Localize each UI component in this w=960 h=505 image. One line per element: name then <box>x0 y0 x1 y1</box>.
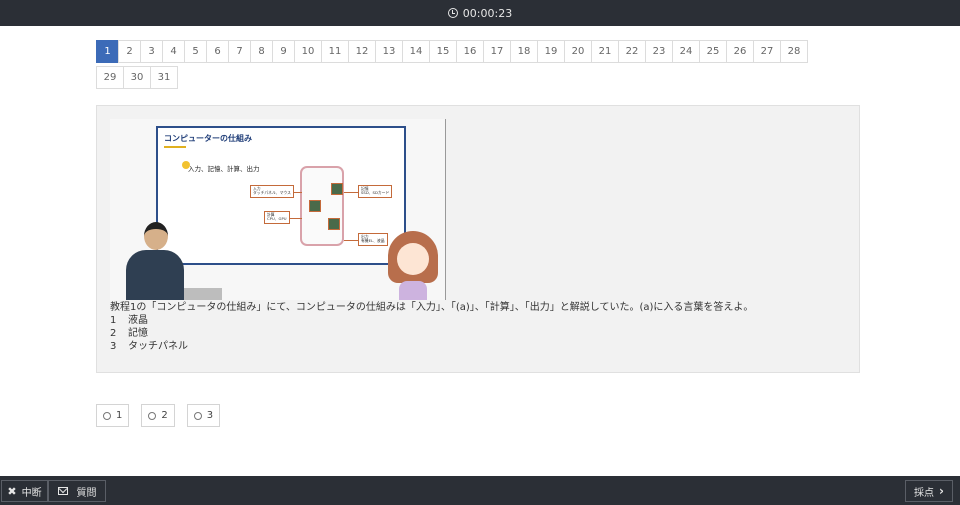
footer-bar: ✖ 中断 質問 採点 › <box>0 476 960 505</box>
clock-icon <box>447 8 458 18</box>
page-button[interactable]: 23 <box>645 40 673 63</box>
page-button[interactable]: 28 <box>780 40 808 63</box>
question-option: 1 液晶 <box>110 314 148 327</box>
page-button[interactable]: 3 <box>140 40 163 63</box>
page-button[interactable]: 25 <box>699 40 727 63</box>
answer-choices: 1 2 3 <box>96 404 221 427</box>
presenter-head <box>144 222 168 250</box>
page-button[interactable]: 6 <box>206 40 229 63</box>
page-button[interactable]: 9 <box>272 40 295 63</box>
input-label: 入力 タッチパネル、マウス <box>250 185 294 198</box>
memory-connector <box>344 192 358 193</box>
page-button[interactable]: 13 <box>375 40 403 63</box>
memory-label: 記憶 SSD、SDカード <box>358 185 393 198</box>
display-chip-icon <box>328 218 340 230</box>
question-pager: 1 2 3 4 5 6 7 8 9 10 11 12 13 14 15 16 17 18 19 20 21 22 23 24 2… <box>96 40 856 92</box>
presenter-photo <box>120 222 186 300</box>
page-button[interactable]: 4 <box>162 40 185 63</box>
page-button[interactable]: 22 <box>618 40 646 63</box>
chevron-right-icon: › <box>939 484 944 498</box>
page-button[interactable]: 5 <box>184 40 207 63</box>
mascot-face <box>397 243 429 275</box>
option-text: タッチパネル <box>128 341 188 352</box>
mascot-illustration <box>388 231 438 300</box>
answer-choice-label: 2 <box>161 410 168 421</box>
page-button[interactable]: 27 <box>753 40 781 63</box>
page-button[interactable]: 12 <box>348 40 376 63</box>
option-text: 記憶 <box>128 328 148 339</box>
page-button[interactable]: 10 <box>294 40 322 63</box>
question-option: 2 記憶 <box>110 327 148 340</box>
mail-icon <box>57 487 68 495</box>
page-button[interactable]: 7 <box>228 40 251 63</box>
suspend-label: 中断 <box>21 487 42 499</box>
radio-icon[interactable] <box>193 411 202 420</box>
page-button[interactable]: 2 <box>118 40 141 63</box>
input-label-examples: タッチパネル、マウス <box>253 190 291 196</box>
question-panel: コンピューターの仕組み 入力、記憶、計算、出力 入力 タッチパネル、マウス 記憶… <box>96 105 860 373</box>
page-button[interactable]: 11 <box>321 40 349 63</box>
output-connector <box>344 240 358 241</box>
presenter-body <box>126 250 184 300</box>
page-button[interactable]: 15 <box>429 40 457 63</box>
phone-illustration <box>300 166 344 246</box>
compute-connector <box>290 218 302 219</box>
suspend-button[interactable]: ✖ 中断 <box>1 480 48 502</box>
compute-label-examples: CPU、GPU <box>267 216 287 222</box>
slide-title-underline <box>164 146 186 148</box>
page-button[interactable]: 30 <box>123 66 151 89</box>
radio-icon[interactable] <box>103 411 111 420</box>
page-button[interactable]: 19 <box>537 40 565 63</box>
storage-chip-icon <box>331 183 343 195</box>
grade-button[interactable]: 採点 › <box>905 480 953 502</box>
page-button[interactable]: 17 <box>483 40 511 63</box>
answer-choice-2[interactable]: 2 <box>141 404 175 427</box>
page-button[interactable]: 1 <box>96 40 119 63</box>
question-label: 質問 <box>76 487 97 499</box>
option-number: 1 <box>110 315 117 326</box>
timer-text: 00:00:23 <box>462 6 513 20</box>
answer-choice-3[interactable]: 3 <box>186 404 221 427</box>
output-label-examples: 有機EL、液晶 <box>361 238 385 244</box>
slide-bullet: 入力、記憶、計算、出力 <box>188 165 260 173</box>
x-icon: ✖ <box>7 484 17 498</box>
slide: コンピューターの仕組み 入力、記憶、計算、出力 入力 タッチパネル、マウス 記憶… <box>156 126 406 265</box>
timer-bar: 00:00:23 <box>0 0 960 26</box>
option-text: 液晶 <box>128 315 148 326</box>
page-button[interactable]: 18 <box>510 40 538 63</box>
page-button[interactable]: 16 <box>456 40 484 63</box>
question-button[interactable]: 質問 <box>48 480 106 502</box>
option-number: 3 <box>110 341 117 352</box>
question-text: 教程1の「コンピュータの仕組み」にて、コンピュータの仕組みは「入力」、「(a)」… <box>110 302 754 313</box>
question-option: 3 タッチパネル <box>110 340 188 353</box>
slide-title: コンピューターの仕組み <box>164 134 252 143</box>
compute-label: 計算 CPU、GPU <box>264 211 290 224</box>
mascot-body <box>399 281 427 300</box>
page-button[interactable]: 31 <box>150 66 178 89</box>
page-button[interactable]: 24 <box>672 40 700 63</box>
lecture-figure: コンピューターの仕組み 入力、記憶、計算、出力 入力 タッチパネル、マウス 記憶… <box>110 119 446 300</box>
answer-choice-label: 1 <box>116 410 123 421</box>
option-number: 2 <box>110 328 117 339</box>
answer-choice-label: 3 <box>206 410 214 421</box>
radio-icon[interactable] <box>148 411 157 420</box>
memory-label-examples: SSD、SDカード <box>361 190 390 196</box>
page-button[interactable]: 14 <box>402 40 430 63</box>
page-button[interactable]: 21 <box>591 40 619 63</box>
page-button[interactable]: 26 <box>726 40 754 63</box>
page-button[interactable]: 29 <box>96 66 124 89</box>
answer-choice-1[interactable]: 1 <box>96 404 130 427</box>
output-label: 出力 有機EL、液晶 <box>358 233 388 246</box>
page-button[interactable]: 20 <box>564 40 592 63</box>
cpu-chip-icon <box>309 200 321 212</box>
page-button[interactable]: 8 <box>250 40 273 63</box>
grade-label: 採点 <box>914 487 935 499</box>
